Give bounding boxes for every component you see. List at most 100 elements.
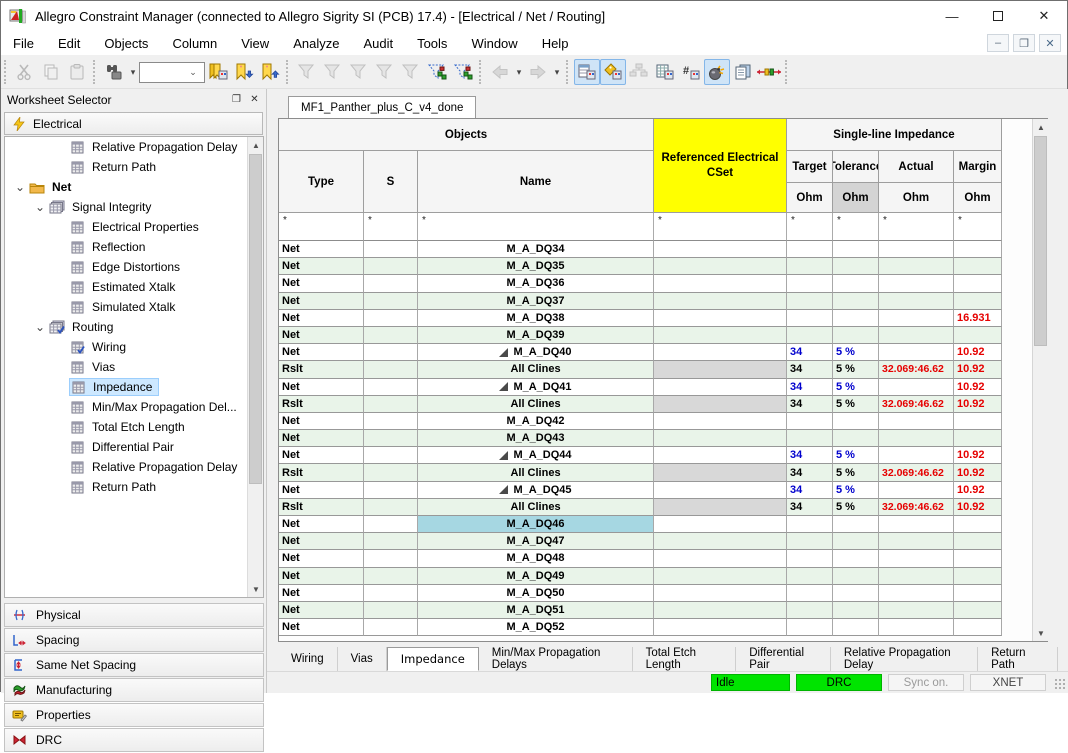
find-icon[interactable] [101, 59, 127, 85]
s-cell[interactable] [364, 516, 418, 533]
tolerance-cell[interactable]: 5 % [833, 499, 879, 516]
s-cell[interactable] [364, 499, 418, 516]
tolerance-cell[interactable] [833, 327, 879, 344]
s-cell[interactable] [364, 361, 418, 378]
s-cell[interactable] [364, 379, 418, 396]
referenced-cset-cell[interactable] [654, 379, 787, 396]
resize-grip[interactable] [1054, 678, 1066, 690]
type-cell[interactable]: Net [279, 379, 364, 396]
tree-item-wiring[interactable]: Wiring [5, 337, 263, 357]
object-tag-icon[interactable] [600, 59, 626, 85]
menu-edit[interactable]: Edit [46, 33, 92, 54]
find-dropdown-icon[interactable]: ▾ [127, 59, 139, 85]
search-combobox[interactable]: ⌄ [139, 62, 205, 83]
mdi-restore-button[interactable]: ❐ [1013, 34, 1035, 52]
name-cell[interactable]: M_A_DQ48 [418, 550, 654, 567]
s-cell[interactable] [364, 585, 418, 602]
section-physical[interactable]: Physical [4, 603, 264, 627]
target-cell[interactable]: 34 [787, 361, 833, 378]
target-cell[interactable]: 34 [787, 482, 833, 499]
target-cell[interactable] [787, 293, 833, 310]
tolerance-cell[interactable]: 5 % [833, 344, 879, 361]
referenced-cset-cell[interactable] [654, 344, 787, 361]
s-cell[interactable] [364, 344, 418, 361]
tolerance-cell[interactable] [833, 430, 879, 447]
bookmark-view-icon[interactable] [205, 59, 231, 85]
type-cell[interactable]: Rslt [279, 464, 364, 481]
tree-item-net[interactable]: ⌄Net [5, 177, 263, 197]
tolerance-cell[interactable]: 5 % [833, 379, 879, 396]
menu-objects[interactable]: Objects [92, 33, 160, 54]
tolerance-cell[interactable] [833, 310, 879, 327]
s-cell[interactable] [364, 602, 418, 619]
tolerance-cell[interactable] [833, 550, 879, 567]
tolerance-cell[interactable]: 5 % [833, 464, 879, 481]
worksheet-tab-total-etch-length[interactable]: Total Etch Length [633, 647, 737, 671]
name-cell[interactable]: M_A_DQ46 [418, 516, 654, 533]
tree-item-routing[interactable]: ⌄Routing [5, 317, 263, 337]
referenced-cset-cell[interactable] [654, 310, 787, 327]
type-cell[interactable]: Net [279, 602, 364, 619]
menu-window[interactable]: Window [459, 33, 529, 54]
name-cell[interactable]: M_A_DQ43 [418, 430, 654, 447]
spreadsheet-icon[interactable] [652, 59, 678, 85]
referenced-cset-cell[interactable] [654, 258, 787, 275]
filter-cell[interactable]: * [279, 213, 364, 241]
tree-item-electrical-properties[interactable]: Electrical Properties [5, 217, 263, 237]
referenced-cset-cell[interactable] [654, 293, 787, 310]
target-cell[interactable] [787, 585, 833, 602]
tolerance-cell[interactable] [833, 533, 879, 550]
type-cell[interactable]: Net [279, 568, 364, 585]
maximize-button[interactable] [975, 1, 1021, 31]
topology-icon[interactable] [756, 59, 782, 85]
tree-item-vias[interactable]: Vias [5, 357, 263, 377]
menu-tools[interactable]: Tools [405, 33, 459, 54]
tolerance-cell[interactable]: 5 % [833, 361, 879, 378]
s-cell[interactable] [364, 396, 418, 413]
name-cell[interactable]: M_A_DQ50 [418, 585, 654, 602]
name-cell[interactable]: M_A_DQ37 [418, 293, 654, 310]
mdi-close-button[interactable]: ✕ [1039, 34, 1061, 52]
menu-file[interactable]: File [1, 33, 46, 54]
referenced-cset-cell[interactable] [654, 482, 787, 499]
s-cell[interactable] [364, 241, 418, 258]
expand-triangle-icon[interactable] [499, 451, 508, 460]
bookmark-next-icon[interactable] [231, 59, 257, 85]
tree-item-return-path[interactable]: Return Path [5, 157, 263, 177]
mdi-minimize-button[interactable]: – [987, 34, 1009, 52]
name-cell[interactable]: M_A_DQ36 [418, 275, 654, 292]
referenced-cset-cell[interactable] [654, 499, 787, 516]
target-cell[interactable] [787, 568, 833, 585]
section-drc[interactable]: DRC [4, 728, 264, 752]
drc-bomb-icon[interactable] [704, 59, 730, 85]
expand-triangle-icon[interactable] [499, 382, 508, 391]
menu-audit[interactable]: Audit [351, 33, 405, 54]
referenced-cset-cell[interactable] [654, 602, 787, 619]
name-cell[interactable]: M_A_DQ51 [418, 602, 654, 619]
worksheet-tab-min-max-propagation-delays[interactable]: Min/Max Propagation Delays [479, 647, 633, 671]
name-cell[interactable]: M_A_DQ44 [418, 447, 654, 464]
s-cell[interactable] [364, 533, 418, 550]
name-cell[interactable]: M_A_DQ40 [418, 344, 654, 361]
tolerance-cell[interactable]: 5 % [833, 482, 879, 499]
section-same-net-spacing[interactable]: Same Net Spacing [4, 653, 264, 677]
tolerance-cell[interactable] [833, 619, 879, 636]
name-cell[interactable]: M_A_DQ34 [418, 241, 654, 258]
type-cell[interactable]: Net [279, 258, 364, 275]
referenced-cset-cell[interactable] [654, 533, 787, 550]
target-cell[interactable] [787, 619, 833, 636]
type-cell[interactable]: Net [279, 344, 364, 361]
type-cell[interactable]: Net [279, 516, 364, 533]
target-cell[interactable]: 34 [787, 396, 833, 413]
target-cell[interactable]: 34 [787, 499, 833, 516]
tree-scrollbar[interactable]: ▲ ▼ [247, 137, 263, 597]
s-cell[interactable] [364, 619, 418, 636]
section-manufacturing[interactable]: Manufacturing [4, 678, 264, 702]
s-cell[interactable] [364, 310, 418, 327]
name-cell[interactable]: M_A_DQ52 [418, 619, 654, 636]
target-cell[interactable] [787, 275, 833, 292]
filter-cell[interactable]: * [787, 213, 833, 241]
tree-item-differential-pair[interactable]: Differential Pair [5, 437, 263, 457]
name-cell[interactable]: All Clines [418, 396, 654, 413]
menu-column[interactable]: Column [160, 33, 229, 54]
